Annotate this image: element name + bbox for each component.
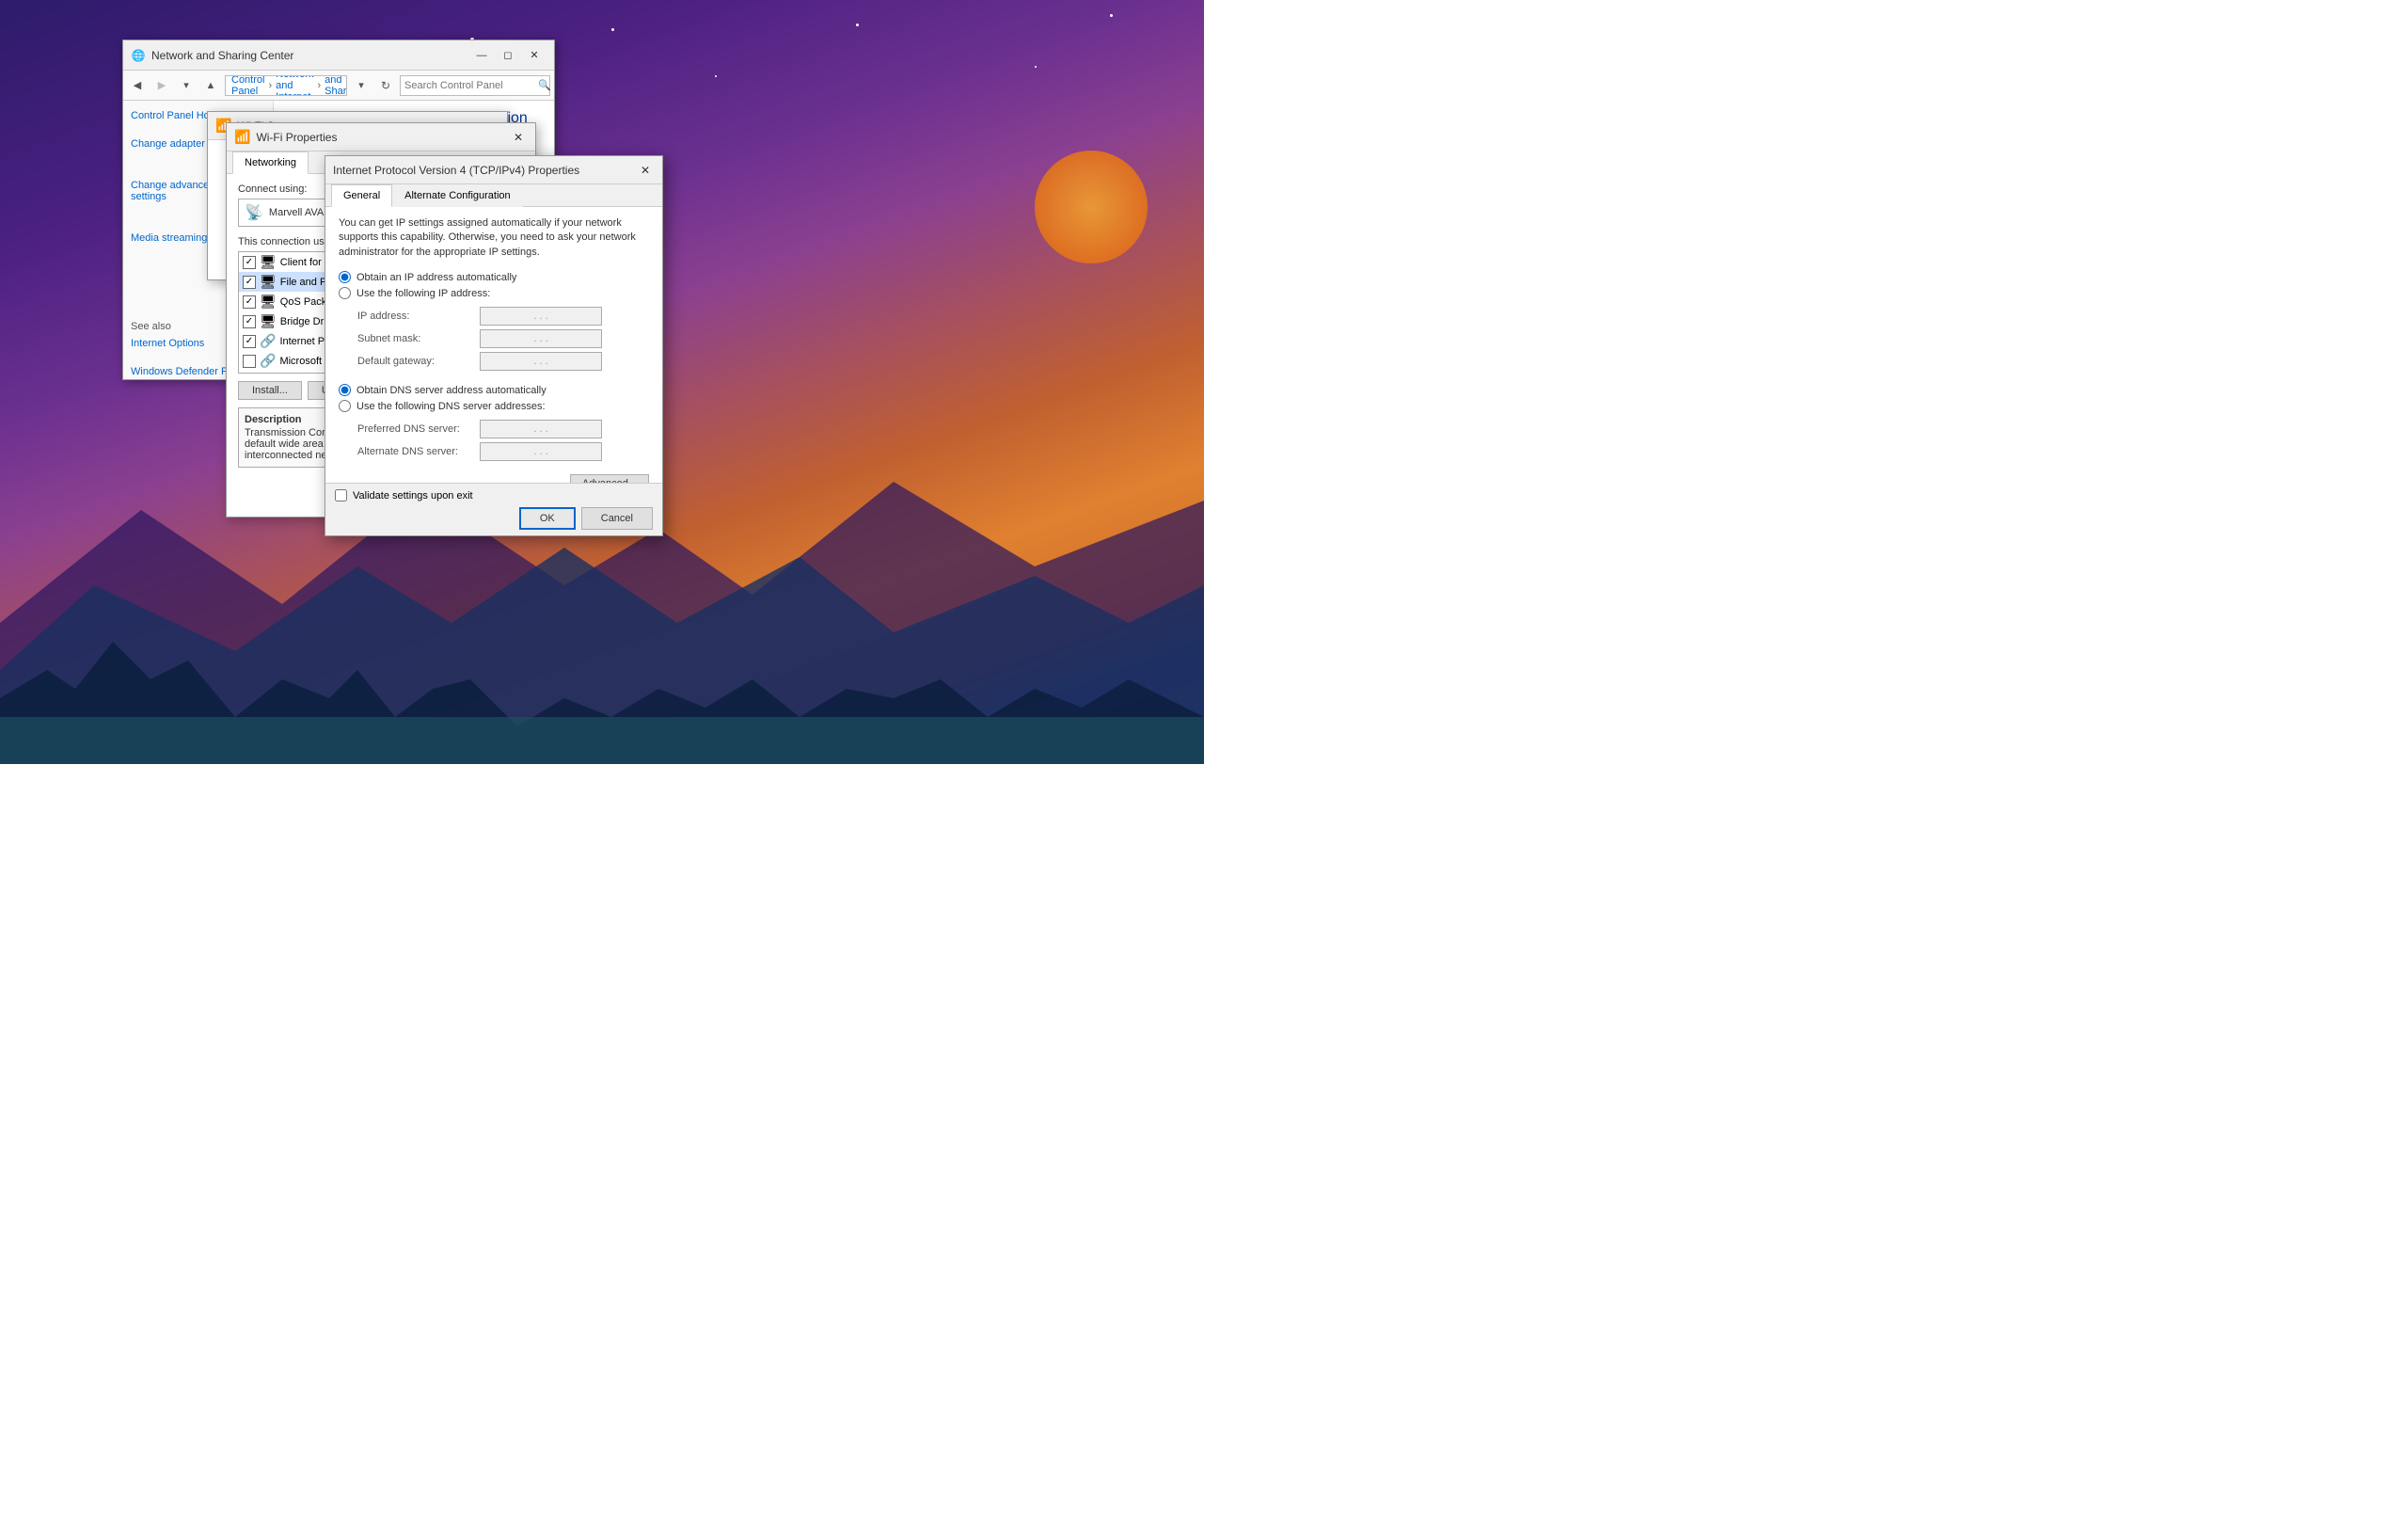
validate-checkbox[interactable] [335, 489, 347, 502]
alternate-dns-input[interactable] [480, 442, 602, 461]
search-input[interactable] [404, 80, 538, 91]
ip-radio-group: Obtain an IP address automatically Use t… [339, 271, 649, 299]
ipv4-body: You can get IP settings assigned automat… [325, 207, 662, 483]
ipv4-dialog: Internet Protocol Version 4 (TCP/IPv4) P… [325, 155, 663, 536]
window-icon: 🌐 [131, 48, 146, 63]
address-dropdown-button[interactable]: ▾ [351, 75, 372, 96]
item-icon-2: 🖥 [260, 294, 277, 310]
wifi-props-titlebar: 📶 Wi-Fi Properties ✕ [227, 123, 535, 151]
cancel-button[interactable]: Cancel [581, 507, 653, 530]
item-icon-4: 🔗 [260, 333, 276, 349]
recent-button[interactable]: ▾ [176, 75, 197, 96]
tab-general[interactable]: General [331, 184, 392, 207]
up-button[interactable]: ▲ [200, 75, 221, 96]
obtain-dns-auto-row: Obtain DNS server address automatically [339, 384, 649, 396]
check-5[interactable] [243, 355, 256, 368]
wifi-props-title: Wi-Fi Properties [256, 131, 509, 144]
validate-label[interactable]: Validate settings upon exit [353, 490, 473, 502]
use-following-ip-label[interactable]: Use the following IP address: [356, 288, 490, 299]
ip-address-row: IP address: [339, 307, 649, 326]
validate-row: Validate settings upon exit [335, 489, 653, 502]
search-box[interactable]: 🔍 [400, 75, 550, 96]
star [715, 75, 717, 77]
use-following-dns-label[interactable]: Use the following DNS server addresses: [356, 401, 546, 412]
sun-circle [1035, 151, 1148, 263]
ipv4-title: Internet Protocol Version 4 (TCP/IPv4) P… [333, 164, 636, 177]
item-icon-1: 🖥 [260, 274, 277, 290]
use-following-dns-radio[interactable] [339, 400, 351, 412]
window-title: Network and Sharing Center [151, 49, 469, 62]
check-1[interactable]: ✓ [243, 276, 256, 289]
breadcrumb: Control Panel › Network and Internet › N… [231, 75, 347, 96]
default-gateway-label: Default gateway: [357, 356, 480, 367]
preferred-dns-row: Preferred DNS server: [339, 420, 649, 438]
desktop: 🌐 Network and Sharing Center — ◻ ✕ ◀ ▶ ▾… [0, 0, 1204, 764]
item-icon-3: 🖥 [260, 313, 277, 329]
back-button[interactable]: ◀ [127, 75, 148, 96]
obtain-ip-auto-radio[interactable] [339, 271, 351, 283]
ipv4-close-button[interactable]: ✕ [636, 162, 655, 179]
star [856, 24, 859, 26]
check-2[interactable]: ✓ [243, 295, 256, 309]
forward-button[interactable]: ▶ [151, 75, 172, 96]
dns-radio-group: Obtain DNS server address automatically … [339, 384, 649, 412]
ipv4-description: You can get IP settings assigned automat… [339, 216, 649, 260]
ip-address-label: IP address: [357, 311, 480, 322]
wifi-props-close[interactable]: ✕ [509, 129, 528, 146]
obtain-ip-auto-label[interactable]: Obtain an IP address automatically [356, 272, 516, 283]
tab-alternate-config[interactable]: Alternate Configuration [392, 184, 523, 207]
ipv4-titlebar: Internet Protocol Version 4 (TCP/IPv4) P… [325, 156, 662, 184]
alternate-dns-row: Alternate DNS server: [339, 442, 649, 461]
breadcrumb-controlpanel[interactable]: Control Panel [231, 75, 264, 96]
advanced-button[interactable]: Advanced... [570, 474, 649, 483]
obtain-dns-auto-radio[interactable] [339, 384, 351, 396]
wifi-props-icon: 📶 [234, 129, 250, 145]
default-gateway-row: Default gateway: [339, 352, 649, 371]
address-bar: ◀ ▶ ▾ ▲ Control Panel › Network and Inte… [123, 71, 554, 101]
ipv4-tabs: General Alternate Configuration [325, 184, 662, 207]
use-following-ip-radio[interactable] [339, 287, 351, 299]
adapter-icon: 📡 [245, 203, 263, 222]
titlebar-buttons: — ◻ ✕ [469, 46, 547, 65]
ip-address-input[interactable] [480, 307, 602, 326]
preferred-dns-label: Preferred DNS server: [357, 423, 480, 435]
close-button[interactable]: ✕ [522, 46, 547, 65]
check-4[interactable]: ✓ [243, 335, 256, 348]
obtain-dns-auto-label[interactable]: Obtain DNS server address automatically [356, 385, 547, 396]
maximize-button[interactable]: ◻ [496, 46, 520, 65]
item-icon-5: 🔗 [260, 353, 276, 369]
check-3[interactable]: ✓ [243, 315, 256, 328]
address-path[interactable]: Control Panel › Network and Internet › N… [225, 75, 347, 96]
tab-networking[interactable]: Networking [232, 151, 309, 174]
star [1035, 66, 1037, 68]
default-gateway-input[interactable] [480, 352, 602, 371]
alternate-dns-label: Alternate DNS server: [357, 446, 480, 457]
star [1110, 14, 1113, 17]
item-icon-0: 🖥 [260, 254, 277, 270]
item-icon-6: 🔗 [260, 373, 276, 374]
ok-button[interactable]: OK [519, 507, 576, 530]
subnet-mask-input[interactable] [480, 329, 602, 348]
obtain-ip-auto-row: Obtain an IP address automatically [339, 271, 649, 283]
subnet-mask-label: Subnet mask: [357, 333, 480, 344]
star [611, 28, 614, 31]
check-0[interactable]: ✓ [243, 256, 256, 269]
main-window-titlebar: 🌐 Network and Sharing Center — ◻ ✕ [123, 40, 554, 71]
subnet-mask-row: Subnet mask: [339, 329, 649, 348]
install-button[interactable]: Install... [238, 381, 302, 400]
breadcrumb-network-sharing[interactable]: Network and Sharing Center [325, 75, 347, 96]
ipv4-body-wrapper: You can get IP settings assigned automat… [325, 207, 662, 483]
ipv4-footer: Validate settings upon exit OK Cancel [325, 483, 662, 535]
preferred-dns-input[interactable] [480, 420, 602, 438]
breadcrumb-network-internet[interactable]: Network and Internet [276, 75, 313, 96]
refresh-button[interactable]: ↻ [375, 75, 396, 96]
advanced-row: Advanced... [339, 474, 649, 483]
minimize-button[interactable]: — [469, 46, 494, 65]
use-following-ip-row: Use the following IP address: [339, 287, 649, 299]
use-following-dns-row: Use the following DNS server addresses: [339, 400, 649, 412]
footer-btn-row: OK Cancel [335, 507, 653, 530]
search-icon: 🔍 [538, 79, 551, 91]
